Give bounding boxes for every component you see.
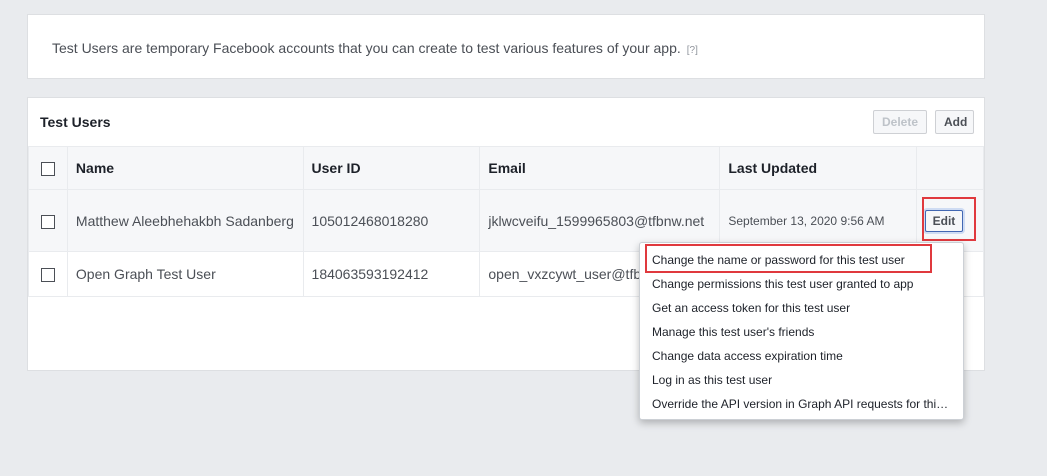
menu-item-highlight	[645, 244, 932, 273]
info-text: Test Users are temporary Facebook accoun…	[52, 40, 698, 56]
menu-item-get-access-token[interactable]: Get an access token for this test user	[640, 296, 963, 320]
menu-item-change-expiration[interactable]: Change data access expiration time	[640, 344, 963, 368]
row-name: Open Graph Test User	[66, 251, 304, 297]
row-checkbox-cell	[28, 251, 68, 297]
header-last-updated: Last Updated	[719, 146, 917, 190]
select-all-checkbox[interactable]	[40, 162, 55, 177]
panel-title: Test Users	[40, 114, 111, 130]
select-all-cell	[28, 146, 68, 190]
header-email: Email	[479, 146, 721, 190]
menu-item-manage-friends[interactable]: Manage this test user's friends	[640, 320, 963, 344]
header-actions	[915, 146, 985, 190]
row-user-id: 184063593192412	[302, 251, 481, 297]
header-user-id: User ID	[302, 146, 481, 190]
delete-button[interactable]: Delete	[873, 110, 927, 134]
table-header-row: Name User ID Email Last Updated	[28, 146, 985, 190]
menu-item-change-permissions[interactable]: Change permissions this test user grante…	[640, 272, 963, 296]
menu-item-log-in-as[interactable]: Log in as this test user	[640, 368, 963, 392]
help-link[interactable]: [?]	[687, 45, 698, 56]
row-checkbox[interactable]	[40, 268, 55, 283]
add-button[interactable]: Add	[935, 110, 974, 134]
edit-button-highlight	[922, 197, 976, 241]
info-box: Test Users are temporary Facebook accoun…	[27, 14, 985, 79]
row-user-id: 105012468018280	[302, 189, 481, 252]
row-checkbox-cell	[28, 189, 68, 252]
info-description: Test Users are temporary Facebook accoun…	[52, 40, 681, 56]
header-name: Name	[66, 146, 304, 190]
row-checkbox[interactable]	[40, 214, 55, 229]
menu-item-override-api-version[interactable]: Override the API version in Graph API re…	[640, 392, 963, 416]
row-name: Matthew Aleebhehakbh Sadanberg	[66, 189, 304, 252]
